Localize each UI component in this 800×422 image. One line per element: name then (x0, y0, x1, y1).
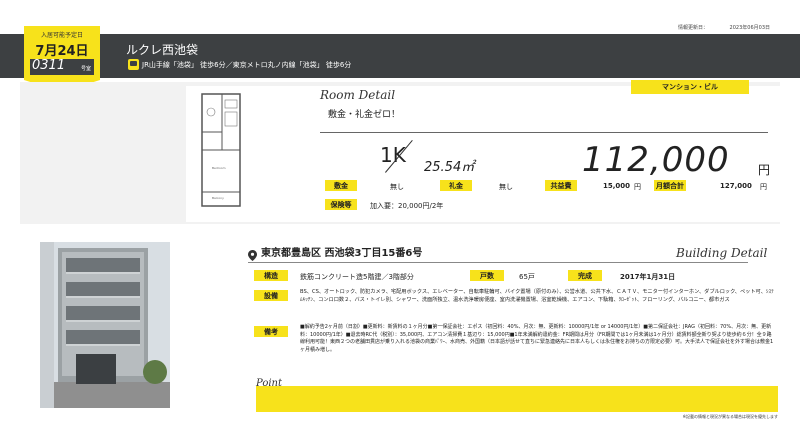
fee-label-common: 共益費 (545, 180, 577, 191)
fee-value-deposit: 無し (390, 183, 404, 191)
info-updated: 情報更新日： 2023年06月03日 (678, 24, 770, 31)
structure-label: 構造 (254, 270, 288, 281)
fee-unit-total: 円 (760, 183, 767, 191)
rent-unit: 円 (758, 163, 771, 177)
move-in-label: 入居可能予定日 (40, 32, 83, 39)
fee-label-keymoney: 礼金 (440, 180, 472, 191)
building-divider (248, 262, 748, 263)
footnote: ※記載の情報と現況が異なる場合は現況を優先します (682, 414, 778, 419)
catchcopy: 敷金・礼金ゼロ！ (328, 110, 401, 120)
building-detail-title: Building Detail (676, 246, 768, 260)
access-line: JR山手線「池袋」 徒歩6分／東京メトロ丸ノ内線「池袋」 徒歩6分 (128, 59, 351, 70)
room-suffix: 号室 (81, 66, 92, 72)
point-box (256, 386, 778, 412)
room-detail-title: Room Detail (320, 88, 396, 102)
units-label: 戸数 (470, 270, 504, 281)
fee-value-total: 127,000 (720, 182, 752, 190)
area-value: 25.54㎡ (424, 160, 475, 175)
address-line: 東京都豊島区 西池袋3丁目15番6号 (248, 244, 423, 261)
header-bar (0, 34, 800, 78)
building-photo (40, 242, 170, 408)
type-badge: マンション・ビル (631, 80, 749, 94)
address-text: 東京都豊島区 西池袋3丁目15番6号 (261, 248, 423, 259)
equipment-label: 設備 (254, 290, 288, 301)
remarks-label: 備考 (254, 326, 288, 337)
fee-label-deposit: 敷金 (325, 180, 357, 191)
location-pin-icon (248, 246, 257, 261)
floorplan-balcony-label: Balcony (212, 196, 224, 200)
access-text: JR山手線「池袋」 徒歩6分／東京メトロ丸ノ内線「池袋」 徒歩6分 (142, 60, 352, 69)
floorplan-image: Bedroom Balcony (200, 92, 242, 210)
guarantee-value: 加入要：20,000円/2年 (370, 202, 444, 210)
units-value: 65戸 (519, 273, 535, 281)
info-updated-value: 2023年06月03日 (729, 25, 770, 31)
fee-unit-common: 円 (634, 183, 641, 191)
rent-value: 112,000 (582, 140, 730, 180)
move-in-date: 7月24日 (35, 44, 89, 59)
equipment-text: BS、CS、オートロック、防犯カメラ、宅配用ボックス、エレベーター、自転車駐輪可… (300, 289, 774, 303)
train-icon (128, 59, 139, 70)
remarks-text: ■解約予告2ヶ月前（日割）■更新料：新賃料の１ヶ月分■第一保証会社：エポス（初回… (300, 324, 774, 353)
room-divider (320, 132, 768, 133)
building-name: ルクレ西池袋 (126, 43, 199, 57)
fee-label-total: 月額合計 (654, 180, 686, 191)
info-updated-label: 情報更新日： (677, 25, 708, 31)
completed-label: 完成 (568, 270, 602, 281)
completed-value: 2017年1月31日 (620, 273, 676, 281)
fee-value-keymoney: 無し (499, 183, 513, 191)
structure-value: 鉄筋コンクリート造5階建／3階部分 (300, 273, 414, 281)
fee-value-common: 15,000 (603, 182, 631, 190)
room-number: 0311 (32, 58, 66, 73)
floorplan-bedroom-label: Bedroom (212, 166, 226, 170)
guarantee-label: 保険等 (325, 199, 357, 210)
